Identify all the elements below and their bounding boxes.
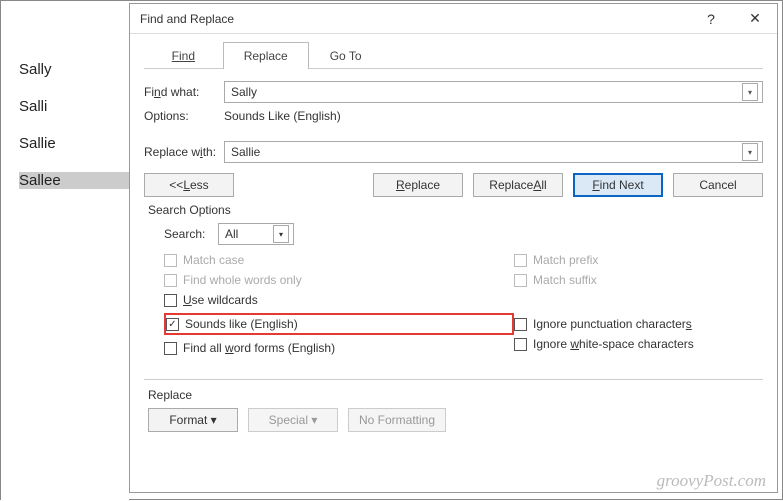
find-what-value: Sally	[231, 85, 742, 99]
tab-find-label: Find	[172, 49, 195, 63]
format-button[interactable]: Format ▾	[148, 408, 238, 432]
tab-find[interactable]: Find	[144, 42, 223, 69]
dialog-title: Find and Replace	[140, 12, 689, 26]
checkmark-icon: ✓	[166, 318, 179, 331]
match-suffix-check: Match suffix	[514, 273, 694, 287]
form-area: Find what: Sally ▾ Options: Sounds Like …	[144, 69, 763, 432]
chevron-down-icon[interactable]: ▾	[273, 225, 289, 243]
search-direction-label: Search:	[164, 227, 218, 241]
replace-button[interactable]: Replace	[373, 173, 463, 197]
tab-goto[interactable]: Go To	[309, 42, 383, 69]
ignore-punct-check[interactable]: Ignore punctuation characters	[514, 317, 694, 331]
sounds-like-highlight: ✓Sounds like (English)	[164, 313, 514, 335]
replace-with-value: Sallie	[231, 145, 742, 159]
dialog-body: Find Replace Go To Find what: Sally ▾ Op…	[130, 34, 777, 492]
whole-words-check: Find whole words only	[164, 273, 514, 287]
sounds-like-check[interactable]: ✓Sounds like (English)	[166, 317, 298, 331]
replace-with-input[interactable]: Sallie ▾	[224, 141, 763, 163]
search-options-title: Search Options	[148, 203, 763, 217]
doc-word: Salli	[19, 98, 129, 115]
document-bg: Sally Salli Sallie Sallee	[1, 1, 129, 501]
find-next-button[interactable]: Find Next	[573, 173, 663, 197]
find-replace-dialog: Find and Replace ? ✕ Find Replace Go To …	[129, 3, 778, 493]
find-what-input[interactable]: Sally ▾	[224, 81, 763, 103]
cancel-button[interactable]: Cancel	[673, 173, 763, 197]
less-button[interactable]: << Less	[144, 173, 234, 197]
titlebar: Find and Replace ? ✕	[130, 4, 777, 34]
replace-with-label: Replace with:	[144, 145, 224, 159]
search-direction-select[interactable]: All ▾	[218, 223, 294, 245]
all-word-forms-check[interactable]: Find all word forms (English)	[164, 341, 514, 355]
use-wildcards-check[interactable]: Use wildcards	[164, 293, 514, 307]
replace-section-title: Replace	[148, 388, 763, 402]
find-what-label: Find what:	[144, 85, 224, 99]
special-button: Special ▾	[248, 408, 338, 432]
options-label: Options:	[144, 109, 224, 123]
doc-word-selected: Sallee	[19, 172, 129, 189]
doc-word: Sally	[19, 61, 129, 78]
doc-word: Sallie	[19, 135, 129, 152]
tab-strip: Find Replace Go To	[144, 34, 763, 69]
tab-replace[interactable]: Replace	[223, 42, 309, 69]
options-value: Sounds Like (English)	[224, 109, 341, 123]
help-button[interactable]: ?	[689, 4, 733, 34]
match-prefix-check: Match prefix	[514, 253, 694, 267]
no-formatting-button: No Formatting	[348, 408, 446, 432]
chevron-down-icon[interactable]: ▾	[742, 83, 758, 101]
ignore-whitespace-check[interactable]: Ignore white-space characters	[514, 337, 694, 351]
replace-all-button[interactable]: Replace All	[473, 173, 563, 197]
close-button[interactable]: ✕	[733, 4, 777, 34]
search-direction-value: All	[225, 227, 273, 241]
chevron-down-icon[interactable]: ▾	[742, 143, 758, 161]
match-case-check: Match case	[164, 253, 514, 267]
